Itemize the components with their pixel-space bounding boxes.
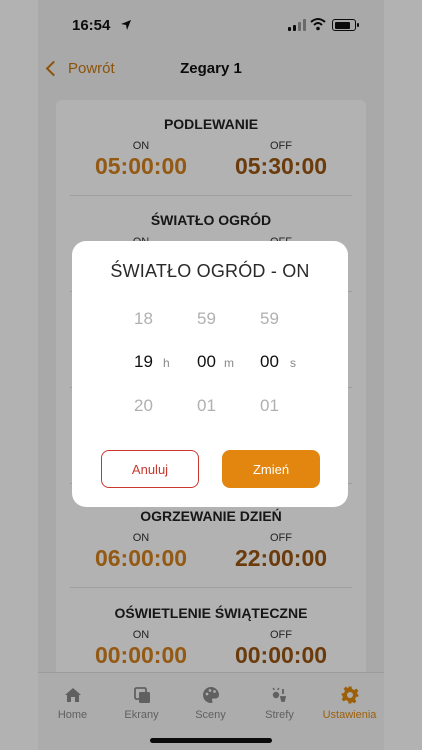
- cancel-button[interactable]: Anuluj: [101, 450, 199, 488]
- hour-next[interactable]: 20: [134, 396, 153, 416]
- hour-selected[interactable]: 19: [134, 352, 153, 372]
- hour-prev[interactable]: 18: [134, 309, 153, 329]
- minute-prev[interactable]: 59: [197, 309, 216, 329]
- second-selected[interactable]: 00: [260, 352, 279, 372]
- confirm-button[interactable]: Zmień: [222, 450, 320, 488]
- time-picker-dialog: ŚWIATŁO OGRÓD - ON 18 19 h 20 59 00 m 01…: [72, 241, 348, 507]
- minute-unit: m: [224, 356, 234, 370]
- hour-unit: h: [163, 356, 170, 370]
- second-prev[interactable]: 59: [260, 309, 279, 329]
- second-unit: s: [290, 356, 296, 370]
- minute-next[interactable]: 01: [197, 396, 216, 416]
- minute-selected[interactable]: 00: [197, 352, 216, 372]
- dialog-title: ŚWIATŁO OGRÓD - ON: [110, 261, 310, 281]
- second-next[interactable]: 01: [260, 396, 279, 416]
